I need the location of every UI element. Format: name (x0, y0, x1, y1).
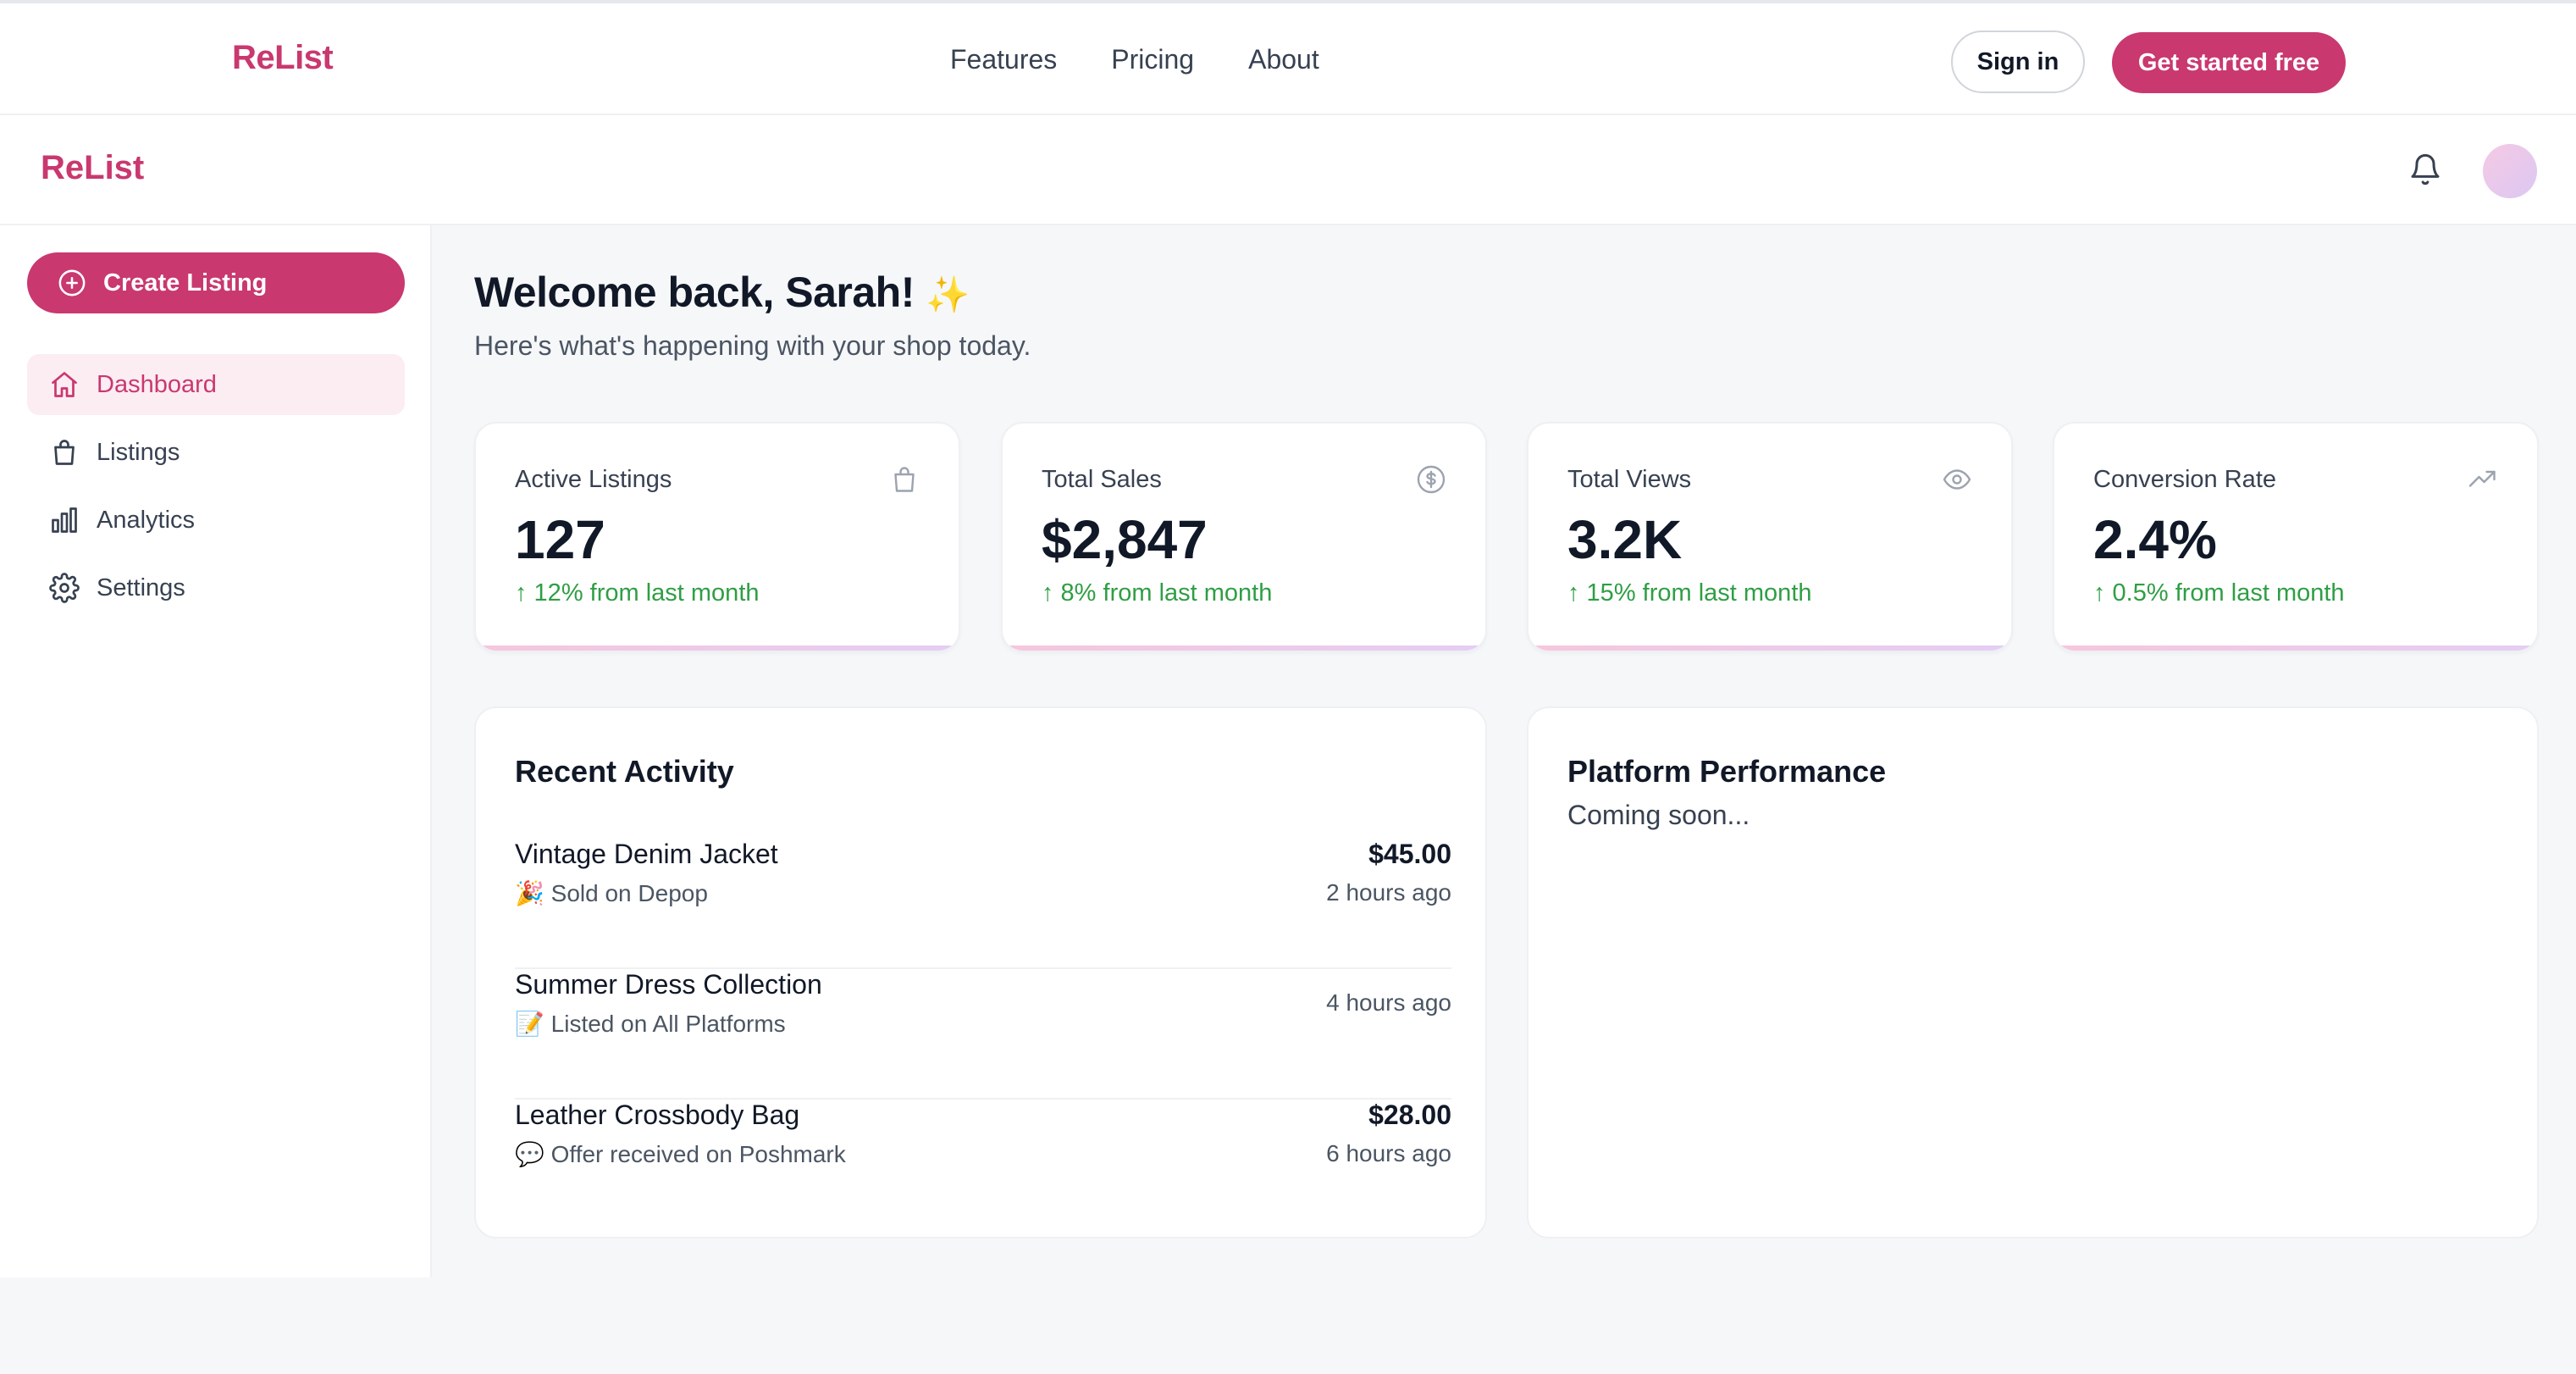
item-time: 4 hours ago (1326, 989, 1451, 1016)
create-listing-label: Create Listing (103, 269, 268, 296)
stat-delta: ↑ 8% from last month (1042, 579, 1273, 607)
app-header: ReList (0, 115, 2576, 225)
top-navbar: ReList Features Pricing About Sign in Ge… (0, 0, 2576, 115)
speech-bubble-icon: 💬 (515, 1141, 544, 1167)
panel-title: Recent Activity (515, 754, 734, 789)
stat-card-conversion-rate: Conversion Rate 2.4% ↑ 0.5% from last mo… (2053, 422, 2539, 652)
item-detail: 🎉 Sold on Depop (515, 880, 708, 906)
sidebar-item-label: Listings (97, 438, 180, 466)
dollar-circle-icon (1417, 465, 1446, 494)
shopping-bag-icon (54, 440, 75, 465)
logo[interactable]: ReList (232, 39, 334, 77)
list-item[interactable]: Leather Crossbody Bag 💬 Offer received o… (515, 1100, 1451, 1230)
item-detail: 📝 Listed on All Platforms (515, 1011, 786, 1037)
stat-value: 2.4% (2093, 509, 2217, 570)
memo-icon: 📝 (515, 1011, 544, 1037)
recent-activity-panel: Recent Activity Vintage Denim Jacket 🎉 S… (474, 706, 1487, 1238)
stat-label: Active Listings (515, 466, 672, 493)
sidebar-item-settings[interactable]: Settings (27, 557, 405, 618)
item-name: Leather Crossbody Bag (515, 1100, 800, 1130)
item-name: Vintage Denim Jacket (515, 839, 778, 869)
item-name: Summer Dress Collection (515, 969, 822, 1000)
gear-icon (49, 573, 80, 603)
stat-label: Conversion Rate (2093, 466, 2276, 493)
welcome-text: Welcome back, Sarah! (474, 269, 915, 316)
stat-delta: ↑ 12% from last month (515, 579, 760, 607)
app-logo[interactable]: ReList (41, 149, 144, 187)
eye-icon (1943, 469, 1971, 490)
plus-circle-icon (58, 269, 86, 296)
shopping-bag-icon (894, 467, 915, 492)
stat-label: Total Views (1567, 466, 1692, 493)
sidebar: Create Listing Dashboard Listings Analyt… (0, 225, 432, 1277)
page-title: Welcome back, Sarah! ✨ (474, 268, 970, 317)
item-time: 2 hours ago (1326, 879, 1451, 906)
nav-link-about[interactable]: About (1248, 44, 1319, 75)
stat-card-total-views: Total Views 3.2K ↑ 15% from last month (1527, 422, 2013, 652)
platform-performance-panel: Platform Performance Coming soon... (1527, 706, 2539, 1238)
item-time: 6 hours ago (1326, 1140, 1451, 1166)
nav-link-features[interactable]: Features (950, 44, 1057, 75)
avatar[interactable] (2483, 144, 2537, 198)
panel-title: Platform Performance (1567, 754, 1887, 789)
list-item[interactable]: Summer Dress Collection 📝 Listed on All … (515, 969, 1451, 1100)
stat-card-total-sales: Total Sales $2,847 ↑ 8% from last month (1001, 422, 1487, 652)
item-detail: 💬 Offer received on Poshmark (515, 1141, 846, 1167)
home-icon (52, 372, 77, 397)
sidebar-item-label: Analytics (97, 506, 196, 534)
item-price: $28.00 (1368, 1100, 1451, 1130)
list-item[interactable]: Vintage Denim Jacket 🎉 Sold on Depop $45… (515, 839, 1451, 969)
stat-delta: ↑ 0.5% from last month (2093, 579, 2345, 607)
sparkles-icon: ✨ (926, 274, 970, 314)
get-started-button[interactable]: Get started free (2112, 32, 2346, 93)
stat-card-active-listings: Active Listings 127 ↑ 12% from last mont… (474, 422, 960, 652)
stat-value: 3.2K (1567, 509, 1683, 570)
party-icon: 🎉 (515, 880, 544, 906)
sidebar-item-analytics[interactable]: Analytics (27, 490, 405, 551)
trending-up-icon (2468, 470, 2496, 487)
sign-in-button[interactable]: Sign in (1951, 30, 2085, 93)
sidebar-item-listings[interactable]: Listings (27, 422, 405, 483)
coming-soon-text: Coming soon... (1567, 800, 1750, 830)
sidebar-item-label: Settings (97, 573, 185, 601)
create-listing-button[interactable]: Create Listing (27, 252, 405, 313)
item-price: $45.00 (1368, 839, 1451, 869)
stat-delta: ↑ 15% from last month (1567, 579, 1812, 607)
page-subtitle: Here's what's happening with your shop t… (474, 330, 1031, 361)
sidebar-item-dashboard[interactable]: Dashboard (27, 354, 405, 415)
bar-chart-icon (52, 507, 77, 533)
bell-icon[interactable] (2408, 152, 2442, 186)
stat-value: $2,847 (1042, 509, 1208, 570)
nav-link-pricing[interactable]: Pricing (1111, 44, 1194, 75)
sidebar-item-label: Dashboard (97, 370, 217, 398)
stat-label: Total Sales (1042, 466, 1162, 493)
stat-value: 127 (515, 509, 605, 570)
nav-links: Features Pricing About (950, 44, 1319, 75)
